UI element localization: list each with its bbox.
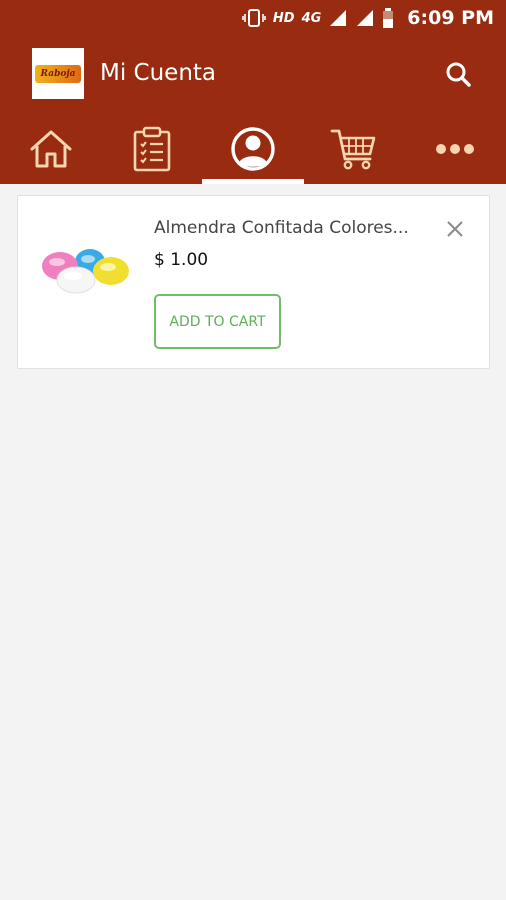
app-bar: Raboja Mi Cuenta	[0, 36, 506, 114]
more-icon	[436, 144, 475, 154]
account-icon	[231, 127, 275, 171]
close-icon	[447, 221, 463, 237]
wishlist-item-card: Almendra Confitada Colores... $ 1.00 ADD…	[17, 195, 490, 369]
app-logo: Raboja	[32, 48, 84, 99]
hd-indicator: HD	[272, 10, 295, 26]
clipboard-list-icon	[133, 126, 171, 172]
page-title: Mi Cuenta	[100, 60, 217, 86]
signal-icon	[330, 10, 347, 26]
product-name[interactable]: Almendra Confitada Colores...	[154, 218, 434, 238]
cart-icon	[330, 129, 376, 170]
search-icon	[446, 62, 471, 87]
tab-account[interactable]	[202, 114, 304, 184]
logo-text: Raboja	[35, 64, 81, 83]
search-button[interactable]	[440, 56, 476, 92]
bottom-tab-nav	[0, 114, 506, 184]
battery-icon	[383, 8, 394, 28]
tab-more[interactable]	[405, 114, 506, 184]
product-price: $ 1.00	[154, 250, 209, 270]
add-to-cart-button[interactable]: ADD TO CART	[154, 294, 281, 349]
home-icon	[30, 130, 72, 168]
status-bar: HD 4G 6:09 PM	[0, 0, 506, 36]
candied-almonds-image	[42, 249, 129, 294]
tab-orders[interactable]	[101, 114, 202, 184]
tab-cart[interactable]	[304, 114, 405, 184]
tab-home[interactable]	[0, 114, 101, 184]
remove-item-button[interactable]	[444, 218, 466, 240]
clock: 6:09 PM	[407, 7, 494, 29]
network-type: 4G	[301, 10, 322, 26]
signal-icon-2	[357, 10, 374, 26]
vibrate-icon	[242, 9, 266, 27]
